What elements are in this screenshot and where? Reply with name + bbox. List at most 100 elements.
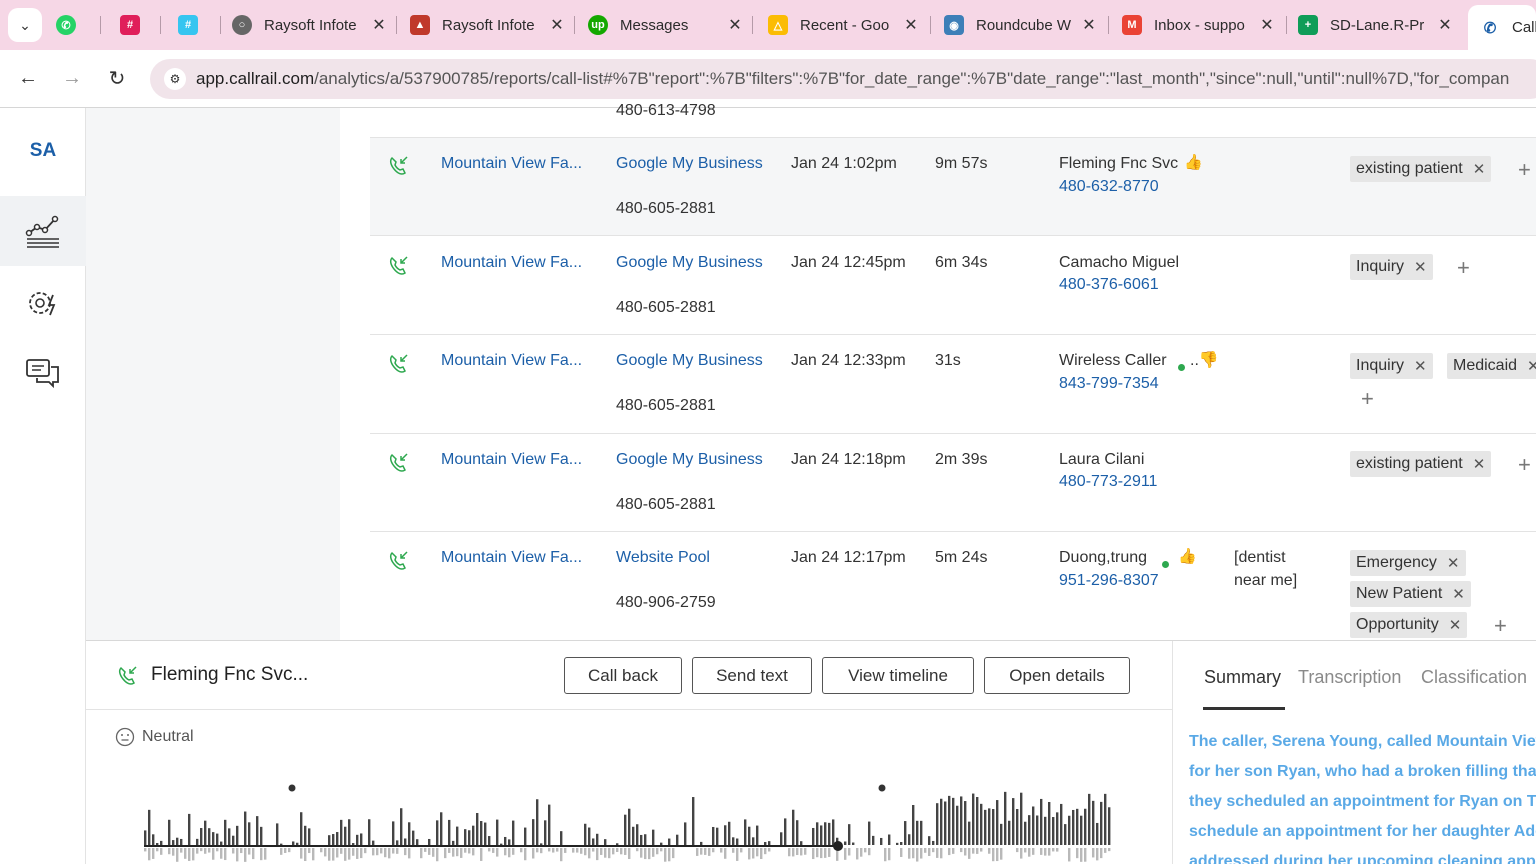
- company-link[interactable]: Mountain View Fa...: [441, 155, 582, 173]
- waveform-bar: [484, 822, 487, 845]
- close-icon[interactable]: ✕: [370, 15, 388, 35]
- close-icon[interactable]: ✕: [1436, 15, 1454, 35]
- source-link[interactable]: Google My Business: [616, 155, 763, 173]
- waveform-marker[interactable]: [288, 784, 296, 792]
- tab-raysoft-2[interactable]: ▲ Raysoft Infote ✕: [410, 5, 566, 45]
- waveform-bar: [532, 819, 535, 845]
- close-icon[interactable]: ✕: [726, 15, 744, 35]
- waveform-bar: [228, 828, 231, 845]
- remove-tag-icon[interactable]: ✕: [1414, 258, 1427, 276]
- sidebar-item-analytics[interactable]: [0, 196, 86, 266]
- view-timeline-button[interactable]: View timeline: [822, 657, 974, 694]
- add-tag-button[interactable]: +: [1457, 255, 1470, 281]
- waveform-bar: [412, 830, 415, 845]
- waveform-bar: [676, 834, 679, 845]
- waveform-bar: [940, 798, 943, 845]
- tab-search-button[interactable]: ⌄: [8, 8, 42, 42]
- remove-tag-icon[interactable]: ✕: [1527, 357, 1536, 375]
- table-row[interactable]: [370, 237, 1536, 335]
- waveform-marker[interactable]: [878, 784, 886, 792]
- tab-roundcube[interactable]: ◉ Roundcube W ✕: [944, 5, 1098, 45]
- source-link[interactable]: Google My Business: [616, 352, 763, 370]
- waveform-bar: [880, 837, 883, 845]
- waveform-bar: [244, 811, 247, 845]
- remove-tag-icon[interactable]: ✕: [1473, 160, 1486, 178]
- tab-slack-2[interactable]: #: [178, 5, 214, 45]
- sidebar-item-conversations[interactable]: [0, 338, 86, 408]
- send-text-button[interactable]: Send text: [692, 657, 812, 694]
- forward-button[interactable]: →: [58, 64, 86, 92]
- company-link[interactable]: Mountain View Fa...: [441, 254, 582, 272]
- waveform-bar: [604, 848, 607, 858]
- tab-slack-1[interactable]: #: [120, 5, 156, 45]
- table-row[interactable]: [370, 138, 1536, 236]
- tab-raysoft-1[interactable]: ○ Raysoft Infote ✕: [232, 5, 388, 45]
- call-back-button[interactable]: Call back: [564, 657, 682, 694]
- waveform-bar: [644, 834, 647, 845]
- site-info-icon[interactable]: ⚙: [164, 68, 186, 90]
- tab-messages[interactable]: up Messages ✕: [588, 5, 744, 45]
- close-icon[interactable]: ✕: [548, 15, 566, 35]
- waveform-bar: [696, 848, 699, 856]
- open-details-button[interactable]: Open details: [984, 657, 1130, 694]
- tag-label: existing patient: [1356, 455, 1463, 472]
- caller-name: Duong,trung: [1059, 549, 1148, 566]
- source-link[interactable]: Google My Business: [616, 451, 763, 469]
- source-link[interactable]: Google My Business: [616, 254, 763, 272]
- tab-summary[interactable]: Summary: [1204, 667, 1281, 688]
- company-link[interactable]: Mountain View Fa...: [441, 352, 582, 370]
- add-tag-button[interactable]: +: [1518, 452, 1531, 478]
- waveform-bar: [548, 804, 551, 845]
- tab-google-drive[interactable]: △ Recent - Goo ✕: [768, 5, 920, 45]
- close-icon[interactable]: ✕: [902, 15, 920, 35]
- inbound-call-icon: [389, 551, 408, 570]
- remove-tag-icon[interactable]: ✕: [1447, 554, 1460, 572]
- add-tag-button[interactable]: +: [1518, 157, 1531, 183]
- waveform-bar: [1056, 848, 1059, 852]
- address-bar[interactable]: ⚙ app.callrail.com/analytics/a/537900785…: [150, 59, 1536, 99]
- remove-tag-icon[interactable]: ✕: [1473, 455, 1486, 473]
- tab-classification[interactable]: Classification: [1421, 667, 1527, 688]
- company-link[interactable]: Mountain View Fa...: [441, 549, 582, 567]
- tag-chip: existing patient ✕: [1350, 156, 1492, 182]
- google-drive-icon: △: [768, 15, 788, 35]
- account-logo[interactable]: SA: [0, 140, 86, 162]
- waveform-bar: [260, 826, 263, 845]
- caller-number-link[interactable]: 843-799-7354: [1059, 375, 1159, 393]
- table-row[interactable]: [370, 336, 1536, 434]
- waveform-bar: [536, 799, 539, 845]
- waveform-bar: [668, 848, 671, 862]
- tracking-number: 480-605-2881: [616, 496, 716, 513]
- waveform-bar: [684, 822, 687, 845]
- tab-sheets[interactable]: + SD-Lane.R-Pr ✕: [1298, 5, 1454, 45]
- tab-callrail-active[interactable]: ✆ Call: [1468, 5, 1536, 50]
- caller-number-link[interactable]: 480-376-6061: [1059, 276, 1159, 294]
- audio-waveform[interactable]: [144, 781, 1114, 864]
- tab-gmail[interactable]: M Inbox - suppo ✕: [1122, 5, 1276, 45]
- tab-transcription[interactable]: Transcription: [1298, 667, 1401, 688]
- caller-number-link[interactable]: 480-632-8770: [1059, 178, 1159, 196]
- source-link[interactable]: Website Pool: [616, 549, 710, 567]
- remove-tag-icon[interactable]: ✕: [1414, 357, 1427, 375]
- reload-button[interactable]: ↻: [103, 64, 131, 92]
- table-row[interactable]: [370, 435, 1536, 532]
- add-tag-button[interactable]: +: [1494, 613, 1507, 639]
- waveform-bar: [1016, 848, 1019, 853]
- waveform-bar: [248, 848, 251, 855]
- caller-number-link[interactable]: 480-773-2911: [1059, 473, 1157, 491]
- remove-tag-icon[interactable]: ✕: [1452, 585, 1465, 603]
- add-tag-button[interactable]: +: [1361, 386, 1374, 412]
- waveform-bar: [320, 848, 323, 853]
- back-button[interactable]: ←: [14, 64, 42, 92]
- close-icon[interactable]: ✕: [1080, 15, 1098, 35]
- playhead-handle[interactable]: [833, 841, 843, 851]
- waveform-bar: [660, 848, 663, 852]
- status-dot-icon: [1178, 358, 1185, 376]
- summary-line: The caller, Serena Young, called Mountai…: [1189, 733, 1536, 750]
- close-icon[interactable]: ✕: [1258, 15, 1276, 35]
- remove-tag-icon[interactable]: ✕: [1449, 616, 1462, 634]
- caller-number-link[interactable]: 951-296-8307: [1059, 572, 1159, 590]
- sidebar-item-settings[interactable]: [0, 268, 86, 338]
- tab-whatsapp[interactable]: ✆: [56, 5, 92, 45]
- company-link[interactable]: Mountain View Fa...: [441, 451, 582, 469]
